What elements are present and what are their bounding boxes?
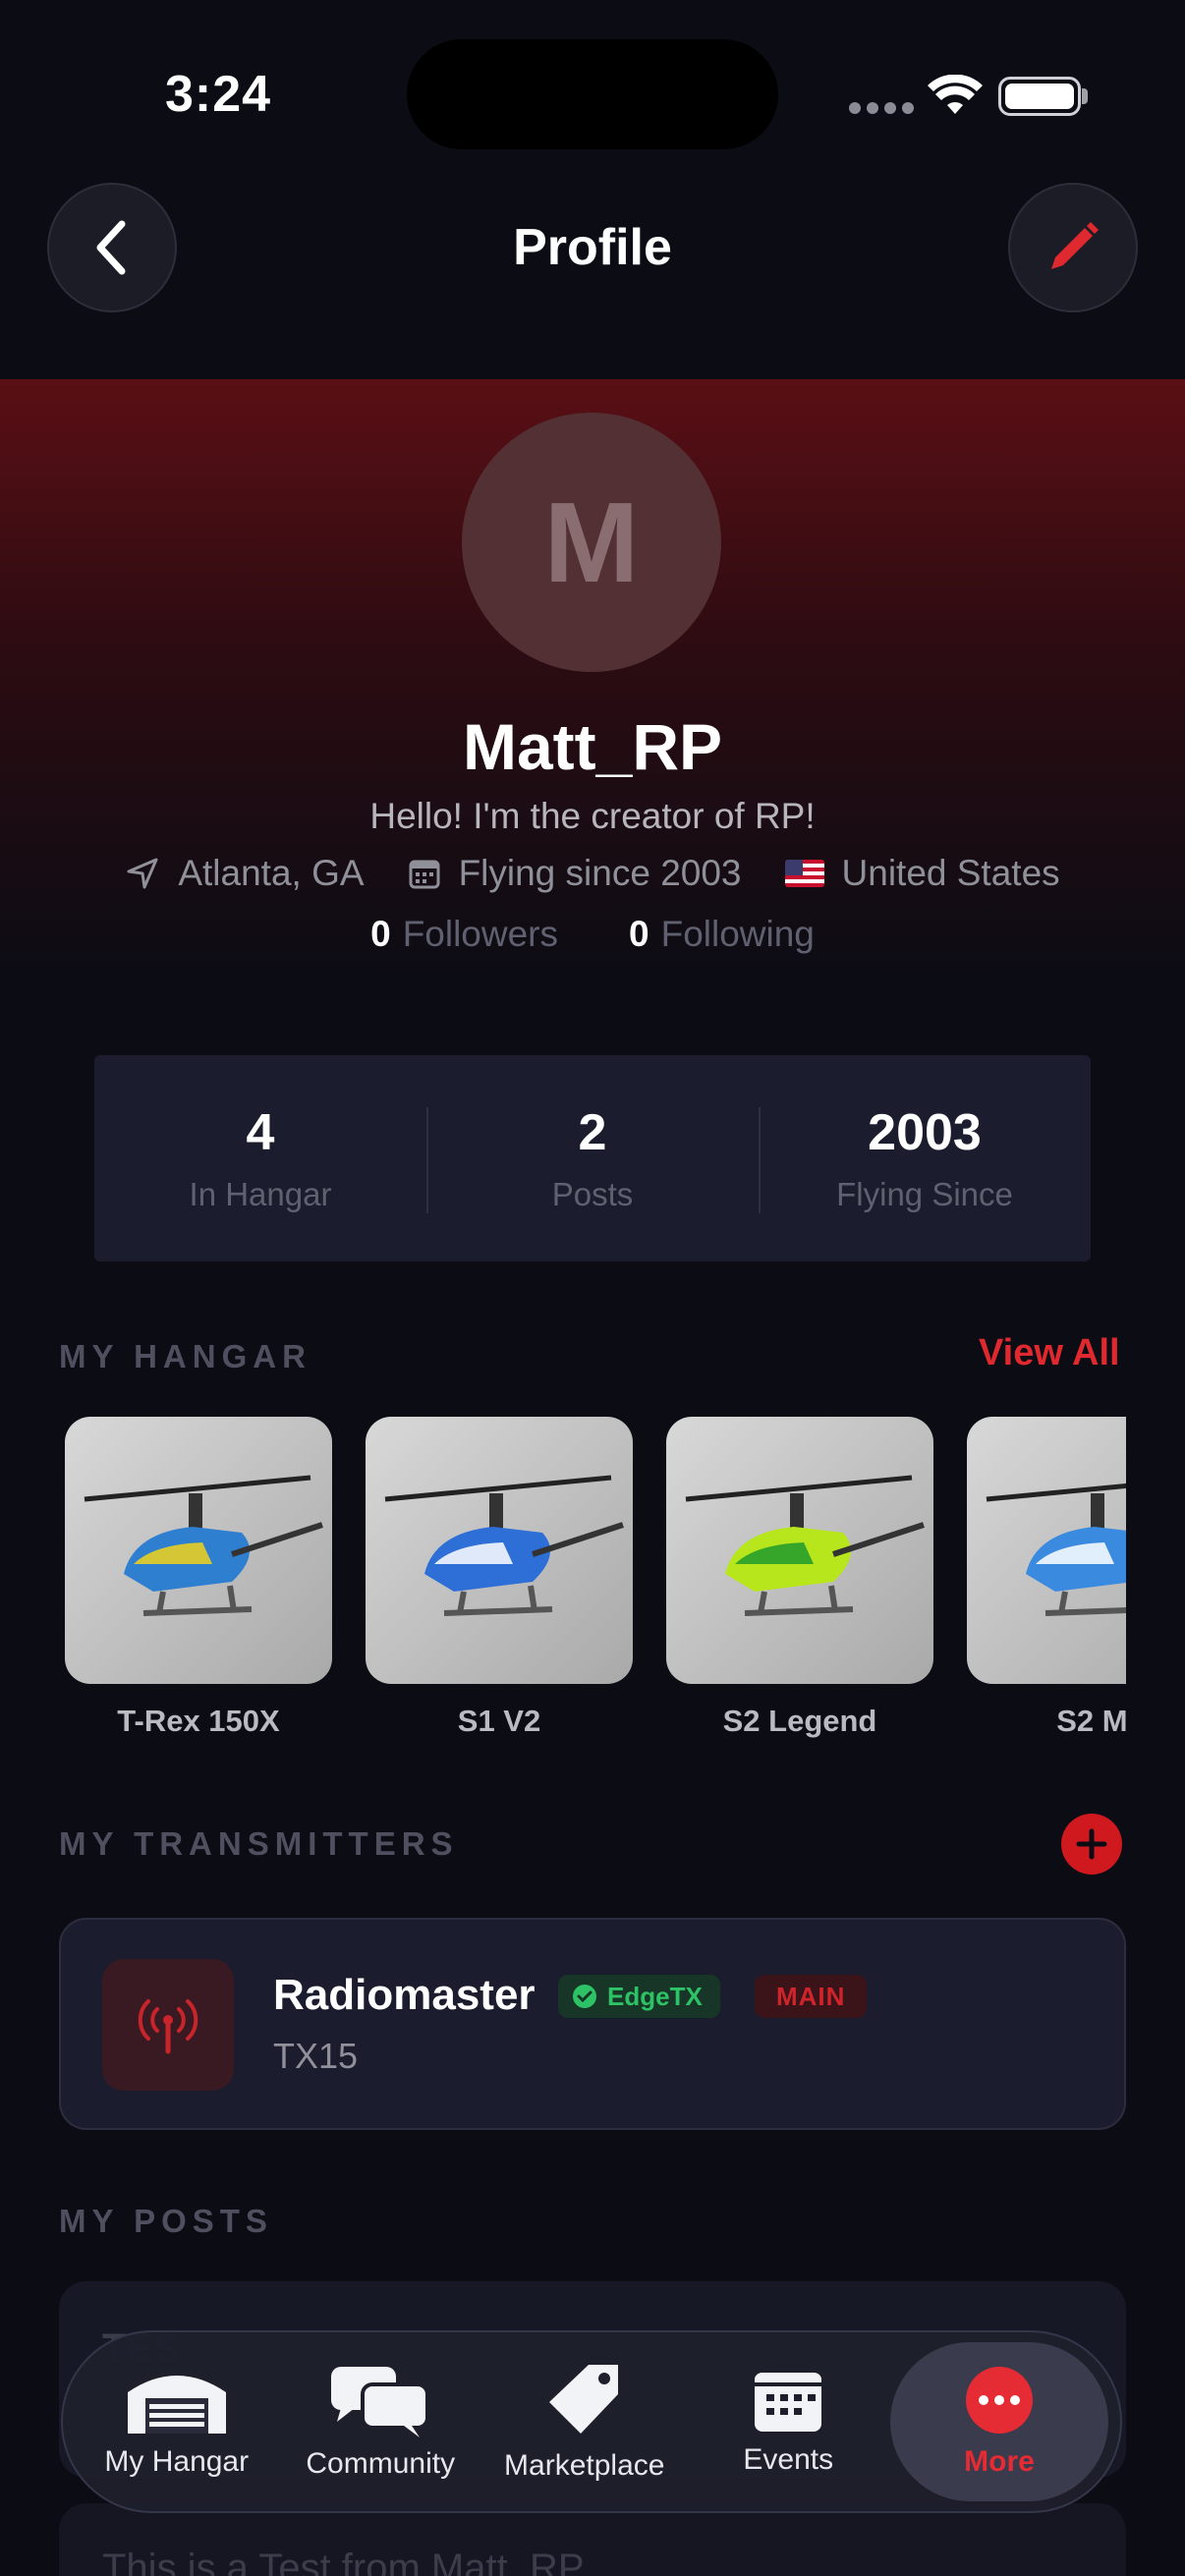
status-time: 3:24 — [165, 66, 272, 123]
hangar-item[interactable]: S2 Ma — [967, 1417, 1126, 1739]
hangar-item[interactable]: S1 V2 — [366, 1417, 633, 1739]
hangar-item[interactable]: S2 Legend — [666, 1417, 933, 1739]
location-item: Atlanta, GA — [125, 853, 365, 894]
chat-bubbles-icon — [331, 2367, 430, 2437]
garage-icon — [127, 2376, 226, 2434]
following-count: 0 — [629, 914, 649, 954]
transmitter-card[interactable]: Radiomaster EdgeTX MAIN TX15 — [59, 1918, 1126, 2130]
stat-value: 4 — [246, 1104, 275, 1161]
followers-count: 0 — [370, 914, 391, 954]
tag-icon — [548, 2365, 618, 2434]
stat-label: Flying Since — [836, 1176, 1013, 1212]
dynamic-island — [407, 39, 778, 149]
cellular-signal-icon — [849, 102, 914, 114]
firmware-badge: EdgeTX — [558, 1975, 720, 2018]
stat-posts: 2 Posts — [426, 1103, 759, 1213]
battery-tip — [1082, 88, 1088, 104]
followers-label: Followers — [402, 914, 559, 954]
tab-label: Community — [306, 2447, 456, 2480]
transmitter-icon-tile — [102, 1959, 234, 2091]
hangar-item-name: T-Rex 150X — [117, 1704, 280, 1738]
username: Matt_RP — [462, 710, 723, 783]
plus-icon — [1076, 1828, 1107, 1860]
edit-profile-button[interactable] — [1008, 183, 1138, 312]
main-badge: MAIN — [755, 1975, 868, 2018]
helicopter-image — [967, 1417, 1126, 1684]
bio: Hello! I'm the creator of RP! — [369, 796, 816, 836]
helicopter-image — [366, 1417, 633, 1684]
country-item: United States — [784, 853, 1060, 894]
flying-since-item: Flying since 2003 — [408, 853, 742, 894]
following-label: Following — [660, 914, 815, 954]
tab-label: My Hangar — [104, 2445, 250, 2478]
stat-label: Posts — [551, 1176, 634, 1212]
calendar-icon — [755, 2373, 822, 2432]
stat-flying-since: 2003 Flying Since — [759, 1103, 1091, 1213]
verified-check-icon — [573, 1985, 596, 2008]
stat-label: In Hangar — [189, 1176, 332, 1212]
profile-meta-row: Atlanta, GA Flying since 2003 United Sta… — [0, 853, 1185, 894]
hangar-item-name: S2 Ma — [1056, 1704, 1126, 1738]
stat-value: 2 — [578, 1104, 607, 1161]
tab-label: More — [964, 2445, 1035, 2478]
flying-since-text: Flying since 2003 — [458, 853, 742, 893]
country-text: United States — [841, 853, 1060, 893]
view-all-link[interactable]: View All — [979, 1332, 1120, 1374]
following-link[interactable]: 0 Following — [629, 914, 815, 955]
post-text: This is a Test from Matt_RP — [102, 2547, 585, 2576]
add-transmitter-button[interactable] — [1061, 1814, 1122, 1875]
location-arrow-icon — [127, 858, 158, 889]
helicopter-image — [65, 1417, 332, 1684]
hangar-section-title: MY HANGAR — [59, 1338, 311, 1374]
avatar[interactable]: M — [462, 413, 721, 672]
tab-community[interactable]: Community — [279, 2342, 483, 2501]
us-flag-icon — [784, 860, 824, 887]
hangar-item-name: S2 Legend — [722, 1704, 877, 1738]
tab-label: Marketplace — [504, 2449, 665, 2482]
location-text: Atlanta, GA — [178, 853, 365, 893]
tab-bar: My Hangar Community Marketplace Events M… — [61, 2330, 1122, 2513]
tab-more[interactable]: More — [890, 2342, 1108, 2501]
calendar-icon — [409, 860, 440, 889]
hangar-carousel[interactable]: T-Rex 150X S1 V2 S2 Legend S2 Ma — [59, 1417, 1126, 1751]
stats-card: 4 In Hangar 2 Posts 2003 Flying Since — [94, 1055, 1091, 1261]
follow-row: 0 Followers 0 Following — [0, 914, 1185, 955]
stat-value: 2003 — [868, 1104, 982, 1161]
followers-link[interactable]: 0 Followers — [370, 914, 558, 955]
hangar-item-name: S1 V2 — [457, 1704, 541, 1738]
pencil-icon — [1051, 222, 1099, 269]
more-icon — [966, 2367, 1033, 2434]
battery-icon — [998, 77, 1081, 116]
posts-section-title: MY POSTS — [59, 2203, 273, 2239]
stat-in-hangar: 4 In Hangar — [94, 1103, 426, 1213]
antenna-signal-icon — [138, 1999, 198, 2054]
transmitter-brand: Radiomaster — [273, 1971, 536, 2019]
tab-my-hangar[interactable]: My Hangar — [75, 2342, 279, 2501]
firmware-badge-label: EdgeTX — [607, 1981, 703, 2011]
wifi-icon — [928, 74, 983, 121]
hangar-item[interactable]: T-Rex 150X — [65, 1417, 332, 1739]
helicopter-image — [666, 1417, 933, 1684]
tab-events[interactable]: Events — [687, 2342, 891, 2501]
tab-marketplace[interactable]: Marketplace — [482, 2342, 687, 2501]
transmitters-section-title: MY TRANSMITTERS — [59, 1825, 459, 1862]
transmitter-model: TX15 — [273, 2036, 359, 2076]
tab-label: Events — [743, 2443, 834, 2476]
